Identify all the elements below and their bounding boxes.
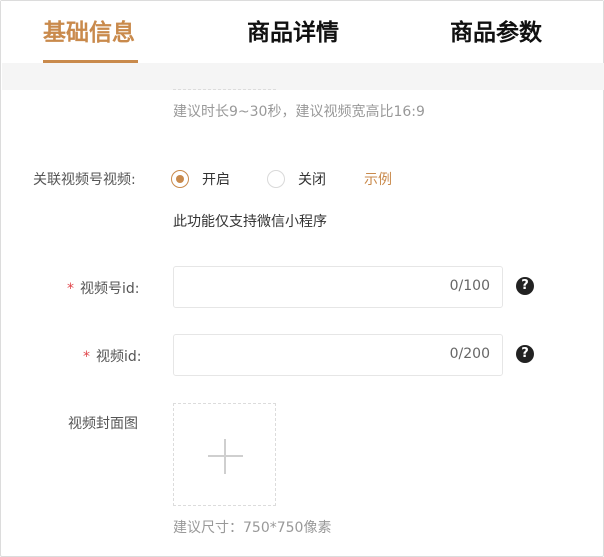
radio-unchecked-icon[interactable] <box>267 170 285 188</box>
radio-enable-label: 开启 <box>202 172 230 188</box>
radio-checked-icon[interactable] <box>171 170 189 188</box>
video-id-input[interactable] <box>174 335 424 375</box>
cover-image-label: 视频封面图 <box>68 416 138 432</box>
radio-disable[interactable]: 关闭 <box>267 169 326 189</box>
example-link[interactable]: 示例 <box>364 169 392 189</box>
tab-basic-info[interactable]: 基础信息 <box>43 17 135 49</box>
video-upload-box-edge[interactable] <box>173 89 276 90</box>
video-duration-hint: 建议时长9~30秒，建议视频宽高比16:9 <box>173 104 425 120</box>
cover-upload-box[interactable] <box>173 403 276 506</box>
channel-id-field[interactable]: 0/100 <box>173 266 503 308</box>
tab-bar: 基础信息 商品详情 商品参数 <box>1 1 603 63</box>
tab-product-params[interactable]: 商品参数 <box>450 17 542 49</box>
question-circle-icon[interactable]: ? <box>516 345 534 363</box>
link-video-label: 关联视频号视频: <box>33 172 136 188</box>
plus-icon-vertical <box>224 439 226 474</box>
channel-id-char-counter: 0/100 <box>449 278 490 294</box>
video-id-label: * 视频id: <box>83 346 142 366</box>
required-mark: * <box>67 281 74 297</box>
form-panel: 基础信息 商品详情 商品参数 建议时长9~30秒，建议视频宽高比16:9 关联视… <box>0 0 604 557</box>
channel-id-label-text: 视频号id: <box>80 281 140 297</box>
video-id-field[interactable]: 0/200 <box>173 334 503 376</box>
tab-product-details[interactable]: 商品详情 <box>247 17 339 49</box>
miniprogram-only-note: 此功能仅支持微信小程序 <box>173 214 327 230</box>
cover-size-hint: 建议尺寸：750*750像素 <box>173 520 332 536</box>
radio-enable[interactable]: 开启 <box>171 169 230 189</box>
radio-disable-label: 关闭 <box>298 172 326 188</box>
required-mark: * <box>83 349 90 365</box>
tab-divider-band <box>2 63 604 90</box>
channel-id-label: * 视频号id: <box>67 278 140 298</box>
channel-id-input[interactable] <box>174 267 424 307</box>
question-circle-icon[interactable]: ? <box>516 277 534 295</box>
video-id-label-text: 视频id: <box>96 349 142 365</box>
video-id-char-counter: 0/200 <box>449 346 490 362</box>
